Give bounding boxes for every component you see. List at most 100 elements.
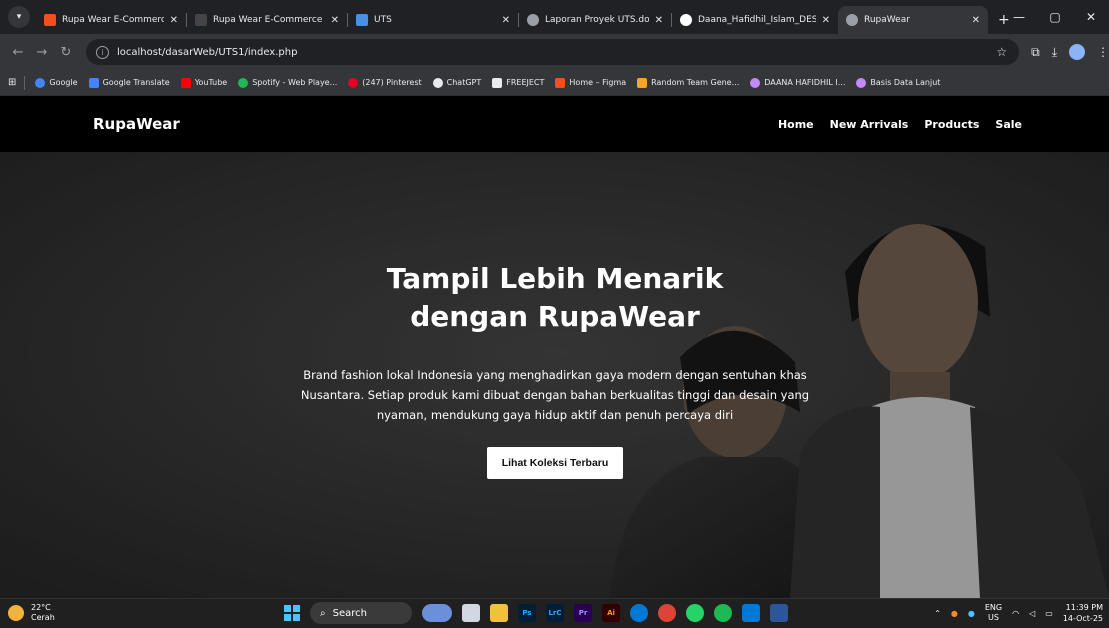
- close-icon[interactable]: ✕: [502, 15, 510, 26]
- volume-icon[interactable]: ◁: [1029, 609, 1035, 618]
- bookmark-random-team[interactable]: Random Team Gene...: [637, 77, 739, 88]
- whatsapp-icon[interactable]: [686, 604, 704, 622]
- illustrator-icon[interactable]: Ai: [602, 604, 620, 622]
- back-arrow-icon[interactable]: ←: [6, 45, 30, 60]
- bookmark-youtube[interactable]: YouTube: [180, 77, 228, 88]
- reload-icon[interactable]: ↻: [54, 45, 78, 60]
- extensions-icon[interactable]: ⧉: [1031, 45, 1040, 60]
- vscode-icon[interactable]: [742, 604, 760, 622]
- site-logo[interactable]: RupaWear: [93, 115, 180, 133]
- language-code: ENG: [984, 603, 1003, 612]
- premiere-pro-icon[interactable]: Pr: [574, 604, 592, 622]
- browser-toolbar: ← → ↻ i localhost/dasarWeb/UTS1/index.ph…: [0, 34, 1109, 70]
- address-bar[interactable]: i localhost/dasarWeb/UTS1/index.php ☆: [86, 39, 1020, 65]
- hero-section: Tampil Lebih Menarik dengan RupaWear Bra…: [0, 152, 1109, 598]
- bookmark-label: YouTube: [194, 78, 228, 87]
- view-latest-collection-button[interactable]: Lihat Koleksi Terbaru: [486, 447, 624, 479]
- bookmark-chatgpt[interactable]: ChatGPT: [432, 77, 481, 88]
- spotify-icon: [238, 77, 249, 88]
- close-icon[interactable]: ✕: [170, 15, 178, 26]
- nav-sale-link[interactable]: Sale: [995, 118, 1022, 131]
- maximize-icon[interactable]: ▢: [1037, 10, 1073, 24]
- tray-chevron-icon[interactable]: ⌃: [934, 609, 941, 618]
- tab-label: Rupa Wear E-Commerce -: [62, 15, 164, 25]
- close-icon[interactable]: ✕: [972, 15, 980, 26]
- hero-description: Brand fashion lokal Indonesia yang mengh…: [300, 368, 810, 422]
- search-icon: ⌕: [320, 607, 326, 619]
- weather-condition: Cerah: [31, 613, 55, 622]
- tab-strip: ▾ Rupa Wear E-Commerce - ✕ Rupa Wear E-C…: [0, 0, 1109, 34]
- tab-search-button[interactable]: ▾: [8, 6, 30, 28]
- nav-home-link[interactable]: Home: [778, 118, 814, 131]
- close-window-icon[interactable]: ✕: [1073, 10, 1109, 24]
- close-icon[interactable]: ✕: [655, 15, 663, 26]
- word-icon[interactable]: [770, 604, 788, 622]
- bookmark-label: FREEJECT: [506, 78, 545, 87]
- edge-icon[interactable]: [630, 604, 648, 622]
- clock-date: 14-Oct-25: [1062, 614, 1103, 623]
- bookmark-pinterest[interactable]: (247) Pinterest: [348, 77, 422, 88]
- language-indicator[interactable]: ENG US: [985, 603, 1002, 623]
- wifi-icon[interactable]: ◠: [1012, 609, 1019, 618]
- url-text[interactable]: localhost/dasarWeb/UTS1/index.php: [117, 47, 297, 58]
- hero-title-line-2: dengan RupaWear: [410, 300, 700, 333]
- search-label: Search: [332, 607, 367, 619]
- github-icon: [680, 14, 692, 26]
- webpage: RupaWear Home New Arrivals Products Sale: [0, 96, 1109, 598]
- google-icon: [35, 77, 46, 88]
- taskbar-search[interactable]: ⌕ Search: [310, 602, 412, 624]
- windows-start-icon[interactable]: [284, 605, 300, 621]
- hero-title: Tampil Lebih Menarik dengan RupaWear: [280, 260, 830, 336]
- bookmark-label: Spotify - Web Playe...: [252, 78, 338, 87]
- profile-avatar[interactable]: [1069, 44, 1085, 60]
- tab-rupa-wear-figma[interactable]: Rupa Wear E-Commerce - ✕: [36, 6, 186, 34]
- close-icon[interactable]: ✕: [331, 15, 339, 26]
- tab-uts[interactable]: UTS ✕: [348, 6, 518, 34]
- apps-grid-icon[interactable]: ⊞: [8, 77, 16, 88]
- nav-new-arrivals-link[interactable]: New Arrivals: [830, 118, 909, 131]
- tab-rupa-wear-video[interactable]: Rupa Wear E-Commerce ✕: [187, 6, 347, 34]
- clock[interactable]: 11:39 PM 14-Oct-25: [1063, 602, 1103, 624]
- weather-temperature: 22°C: [31, 603, 51, 612]
- bookmark-daana[interactable]: DAANA HAFIDHIL I...: [750, 77, 846, 88]
- bookmark-label: DAANA HAFIDHIL I...: [764, 78, 846, 87]
- site-nav-links: Home New Arrivals Products Sale: [778, 118, 1022, 131]
- bookmark-figma[interactable]: Home – Figma: [555, 77, 626, 88]
- bookmark-label: Google: [49, 78, 78, 87]
- lightroom-classic-icon[interactable]: LrC: [546, 604, 564, 622]
- bookmark-spotify[interactable]: Spotify - Web Playe...: [238, 77, 338, 88]
- hero-title-line-1: Tampil Lebih Menarik: [386, 262, 724, 295]
- chrome-icon[interactable]: [658, 604, 676, 622]
- chatgpt-icon: [432, 77, 443, 88]
- photoshop-icon[interactable]: Ps: [518, 604, 536, 622]
- bookmark-google[interactable]: Google: [35, 77, 78, 88]
- clock-time: 11:39 PM: [1065, 603, 1103, 612]
- weather-widget[interactable]: 22°C Cerah: [8, 603, 55, 623]
- bookmark-google-translate[interactable]: Google Translate: [88, 77, 170, 88]
- translate-icon: [88, 77, 99, 88]
- tab-label: RupaWear: [864, 15, 910, 25]
- bookmark-star-icon[interactable]: ☆: [996, 45, 1007, 59]
- tray-app-icon[interactable]: ●: [951, 609, 958, 618]
- spotify-icon[interactable]: [714, 604, 732, 622]
- file-explorer-icon[interactable]: [490, 604, 508, 622]
- minimize-icon[interactable]: —: [1001, 10, 1037, 24]
- widgets-icon[interactable]: [422, 604, 452, 622]
- site-info-icon[interactable]: i: [96, 45, 109, 59]
- close-icon[interactable]: ✕: [822, 15, 830, 26]
- task-view-icon[interactable]: [462, 604, 480, 622]
- battery-icon[interactable]: ▭: [1045, 609, 1053, 618]
- bookmark-divider: [24, 75, 26, 90]
- tray-app-icon[interactable]: ●: [968, 609, 975, 618]
- nav-products-link[interactable]: Products: [924, 118, 979, 131]
- download-icon[interactable]: ⤓: [1052, 45, 1057, 60]
- forward-arrow-icon[interactable]: →: [30, 45, 54, 60]
- tab-github[interactable]: Daana_Hafidhil_Islam_DESI ✕: [672, 6, 838, 34]
- globe-icon: [856, 77, 867, 88]
- menu-kebab-icon[interactable]: ⋮: [1097, 45, 1109, 59]
- bookmark-label: (247) Pinterest: [362, 78, 422, 87]
- bookmark-basis-data[interactable]: Basis Data Lanjut: [856, 77, 940, 88]
- tab-laporan-docx[interactable]: Laporan Proyek UTS.docx ✕: [519, 6, 671, 34]
- tab-rupawear-active[interactable]: RupaWear ✕: [838, 6, 988, 34]
- bookmark-freeject[interactable]: FREEJECT: [492, 77, 545, 88]
